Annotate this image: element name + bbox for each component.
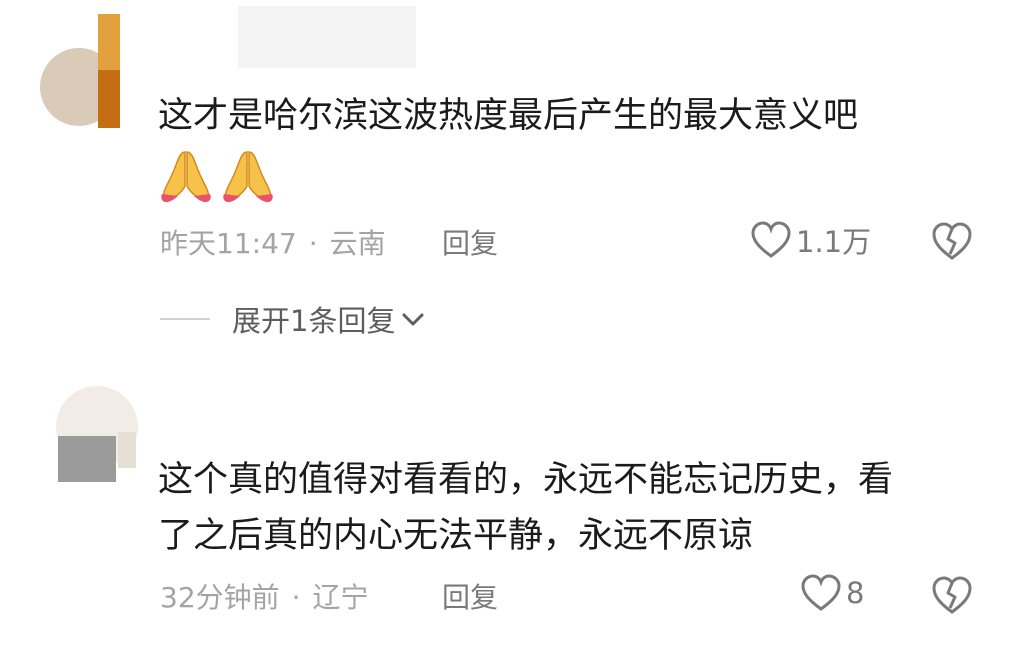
dislike-button[interactable] <box>930 574 974 616</box>
comment-meta: 昨天11:47 · 云南 <box>160 222 386 262</box>
meta-separator: · <box>308 227 318 260</box>
comment-text-line: 这才是哈尔滨这波热度最后产生的最大意义吧 <box>158 96 859 136</box>
comment-text-line: 这个真的值得对看看的，永远不能忘记历史，看 <box>158 460 894 500</box>
like-button[interactable]: 8 <box>800 573 864 613</box>
heart-icon <box>751 221 791 258</box>
meta-separator: · <box>291 581 301 614</box>
heart-icon <box>801 574 841 611</box>
dislike-button[interactable] <box>930 220 974 262</box>
divider-line <box>160 318 210 320</box>
reply-button[interactable]: 回复 <box>442 222 498 262</box>
emoji-row <box>158 146 276 204</box>
avatar[interactable] <box>40 8 120 128</box>
folded-hands-icon <box>223 151 273 203</box>
folded-hands-icon <box>161 151 211 203</box>
broken-heart-icon <box>932 222 972 260</box>
avatar[interactable] <box>56 386 140 482</box>
comment-item: 这才是哈尔滨这波热度最后产生的最大意义吧 昨天11:47 · 云南 回复 1.1万 <box>0 0 1024 360</box>
comment-location: 云南 <box>329 227 386 260</box>
avatar-censor-block <box>98 14 120 74</box>
expand-replies[interactable]: 展开1条回复 <box>160 298 427 340</box>
chevron-down-icon <box>402 313 424 326</box>
comment-time: 昨天11:47 <box>160 227 297 260</box>
avatar-censor-block <box>118 432 136 468</box>
expand-replies-label: 展开1条回复 <box>232 304 396 338</box>
comment-text-line: 了之后真的内心无法平静，永远不原谅 <box>158 516 754 556</box>
like-button[interactable]: 1.1万 <box>750 219 871 261</box>
reply-button[interactable]: 回复 <box>442 576 498 616</box>
comment-item: 这个真的值得对看看的，永远不能忘记历史，看 了之后真的内心无法平静，永远不原谅 … <box>0 370 1024 654</box>
comment-time: 32分钟前 <box>160 581 280 614</box>
avatar-censor-block <box>58 436 116 482</box>
avatar-censor-block <box>98 70 120 128</box>
comment-text: 这个真的值得对看看的，永远不能忘记历史，看 了之后真的内心无法平静，永远不原谅 <box>158 452 893 564</box>
like-count: 8 <box>846 576 865 610</box>
comment-location: 辽宁 <box>312 581 369 614</box>
broken-heart-icon <box>932 576 972 614</box>
comment-text: 这才是哈尔滨这波热度最后产生的最大意义吧 <box>158 88 858 144</box>
comment-meta: 32分钟前 · 辽宁 <box>160 576 369 616</box>
blurred-username <box>238 6 416 68</box>
like-count: 1.1万 <box>796 225 872 259</box>
